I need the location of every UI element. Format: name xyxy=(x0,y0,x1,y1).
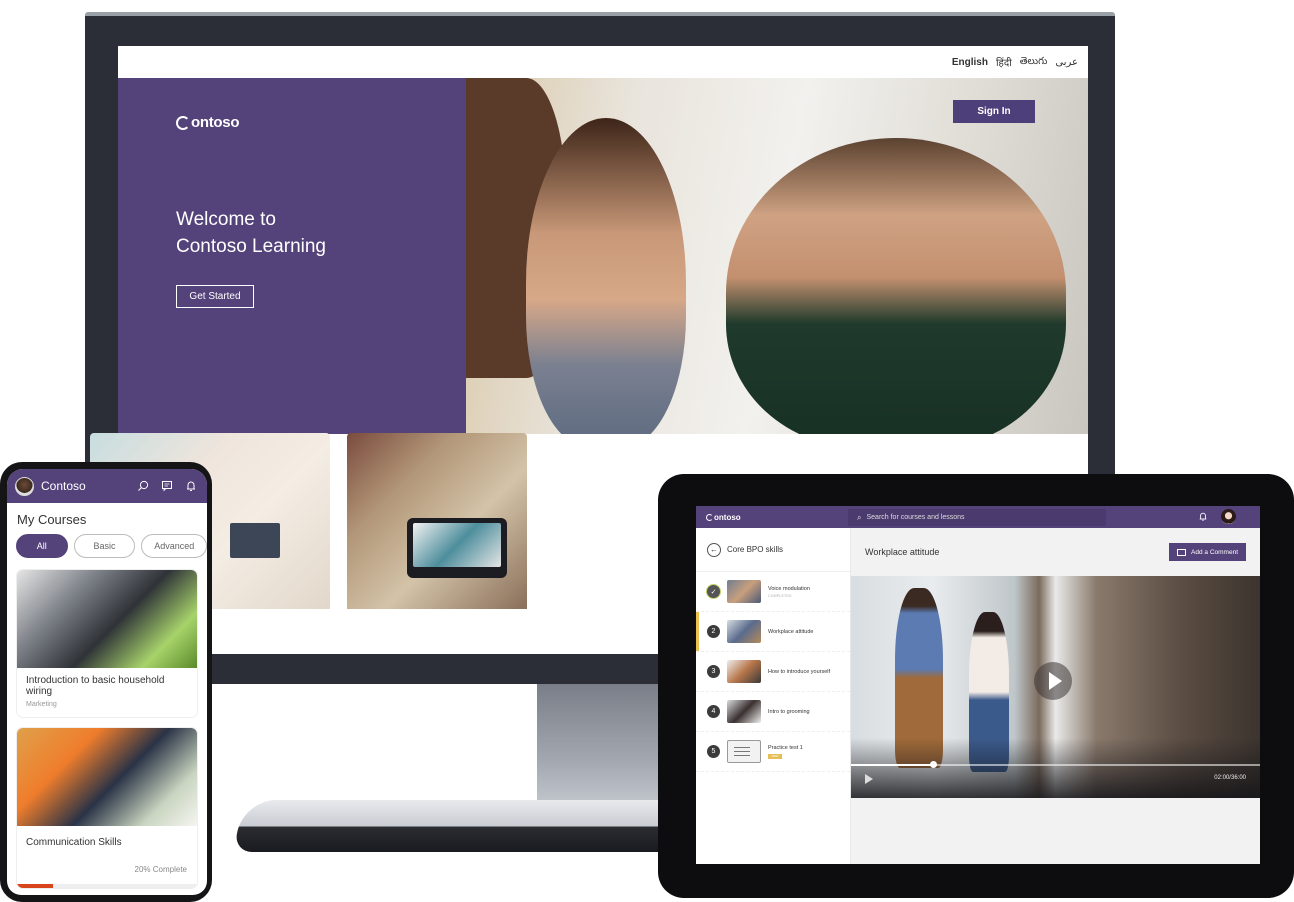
lesson-thumbnail xyxy=(727,700,761,723)
search-placeholder: Search for courses and lessons xyxy=(866,514,965,521)
bell-icon[interactable] xyxy=(183,478,199,494)
tablet-device: ontoso ⌕ Search for courses and lessons … xyxy=(658,474,1294,898)
video-shade xyxy=(851,738,1260,798)
hero-banner: ontoso Welcome to Contoso Learning Get S… xyxy=(118,78,1088,434)
lesson-item[interactable]: 3 How to introduce yourself xyxy=(696,652,850,692)
tablet-logo[interactable]: ontoso xyxy=(706,513,741,522)
video-player[interactable]: 02:00/36:00 xyxy=(851,576,1260,798)
tablet-screen: ontoso ⌕ Search for courses and lessons … xyxy=(696,506,1260,864)
mobile-phone: Contoso My Courses All Basic Advanced In… xyxy=(0,462,212,902)
language-bar: English हिंदी తెలుగు عربى xyxy=(118,46,1088,78)
lesson-number: 3 xyxy=(707,665,720,678)
hero-title-line2: Contoso Learning xyxy=(176,236,326,257)
lesson-sidebar: ← Core BPO skills ✓ Voice modulation COM… xyxy=(696,528,851,864)
hero-title-line1: Welcome to xyxy=(176,209,276,230)
my-courses-heading: My Courses xyxy=(17,512,87,527)
sign-in-button[interactable]: Sign In xyxy=(953,100,1035,123)
lesson-title: Practice test 1 xyxy=(768,744,803,751)
logo-text: ontoso xyxy=(191,114,240,131)
course-progress-bar xyxy=(17,884,197,888)
search-icon[interactable] xyxy=(135,478,151,494)
hero-panel: ontoso Welcome to Contoso Learning Get S… xyxy=(118,78,466,434)
search-icon: ⌕ xyxy=(857,512,862,522)
course-thumbnail xyxy=(17,570,197,668)
course-progress-fill xyxy=(17,884,53,888)
add-comment-button[interactable]: Add a Comment xyxy=(1169,543,1246,561)
course-name: Core BPO skills xyxy=(727,545,784,554)
phone-app-title: Contoso xyxy=(41,479,86,493)
phone-header: Contoso xyxy=(7,469,207,503)
lesson-item[interactable]: 5 Practice test 1 NEW xyxy=(696,732,850,772)
lesson-item-active[interactable]: 2 Workplace attitude xyxy=(696,612,850,652)
lesson-item[interactable]: ✓ Voice modulation COMPLETED xyxy=(696,572,850,612)
tablet-in-photo-screen xyxy=(413,523,501,567)
laptop-shape xyxy=(230,523,280,558)
user-avatar[interactable] xyxy=(15,476,34,496)
filter-all[interactable]: All xyxy=(16,534,68,558)
contoso-logo-icon xyxy=(706,513,713,521)
phone-screen: Contoso My Courses All Basic Advanced In… xyxy=(7,469,207,895)
play-icon xyxy=(1048,672,1062,690)
course-card[interactable]: Introduction to basic household wiring M… xyxy=(17,570,197,717)
tablet-header: ontoso ⌕ Search for courses and lessons xyxy=(696,506,1260,528)
course-back-link[interactable]: ← Core BPO skills xyxy=(696,528,850,572)
new-badge: NEW xyxy=(768,753,782,759)
get-started-button[interactable]: Get Started xyxy=(176,285,254,308)
lesson-heading: Workplace attitude xyxy=(865,547,940,557)
lesson-header: Workplace attitude Add a Comment xyxy=(851,528,1260,576)
person-3-shape xyxy=(726,138,1066,434)
lesson-thumbnail xyxy=(727,620,761,643)
checklist-icon xyxy=(727,740,761,763)
lang-arabic[interactable]: عربى xyxy=(1055,57,1078,68)
lesson-thumbnail xyxy=(727,580,761,603)
lesson-title: Intro to grooming xyxy=(768,708,810,715)
video-seek-bar[interactable] xyxy=(851,761,1260,768)
back-arrow-icon[interactable]: ← xyxy=(707,542,721,557)
course-progress-label: 20% Complete xyxy=(134,865,187,874)
filter-advanced[interactable]: Advanced xyxy=(141,534,207,558)
contoso-logo[interactable]: ontoso xyxy=(176,114,240,131)
hero-title: Welcome to Contoso Learning xyxy=(176,206,326,260)
video-seek-handle[interactable] xyxy=(929,761,937,768)
lesson-item[interactable]: 4 Intro to grooming xyxy=(696,692,850,732)
course-title: Introduction to basic household wiring xyxy=(26,675,165,697)
play-button-large[interactable] xyxy=(1034,662,1072,700)
bell-icon[interactable] xyxy=(1198,511,1208,524)
lesson-title: Workplace attitude xyxy=(768,628,814,635)
user-avatar[interactable] xyxy=(1221,509,1236,524)
lesson-status: COMPLETED xyxy=(768,593,792,598)
chat-icon[interactable] xyxy=(159,478,175,494)
logo-text: ontoso xyxy=(714,512,741,522)
check-icon: ✓ xyxy=(707,585,720,598)
lesson-title: Voice modulation xyxy=(768,585,810,592)
lesson-thumbnail xyxy=(727,660,761,683)
lesson-content: Workplace attitude Add a Comment 02:00/3… xyxy=(851,528,1260,864)
filter-basic[interactable]: Basic xyxy=(73,534,136,558)
video-time: 02:00/36:00 xyxy=(1214,775,1246,781)
tile-tablet-photo[interactable] xyxy=(347,433,527,609)
monitor-stand-base xyxy=(234,800,672,852)
course-thumbnail xyxy=(17,728,197,826)
lesson-number: 4 xyxy=(707,705,720,718)
course-title: Communication Skills xyxy=(26,837,122,848)
lang-hindi[interactable]: हिंदी xyxy=(996,55,1012,69)
person-2-shape xyxy=(526,118,686,434)
lesson-number: 5 xyxy=(707,745,720,758)
course-category: Marketing xyxy=(26,701,57,708)
lang-english[interactable]: English xyxy=(952,57,988,68)
search-input[interactable]: ⌕ Search for courses and lessons xyxy=(848,509,1106,526)
monitor-stand-neck xyxy=(537,684,659,814)
course-filters: All Basic Advanced xyxy=(16,534,207,558)
lang-telugu[interactable]: తెలుగు xyxy=(1020,55,1048,69)
lesson-title: How to introduce yourself xyxy=(768,668,831,675)
add-comment-label: Add a Comment xyxy=(1191,548,1238,556)
lesson-number: 2 xyxy=(707,625,720,638)
comment-icon xyxy=(1177,548,1187,556)
hero-photo: Sign In xyxy=(466,78,1088,434)
play-icon[interactable] xyxy=(865,774,873,784)
course-card[interactable]: Communication Skills 20% Complete xyxy=(17,728,197,888)
video-seek-fill xyxy=(851,764,933,766)
contoso-logo-icon xyxy=(176,115,190,130)
